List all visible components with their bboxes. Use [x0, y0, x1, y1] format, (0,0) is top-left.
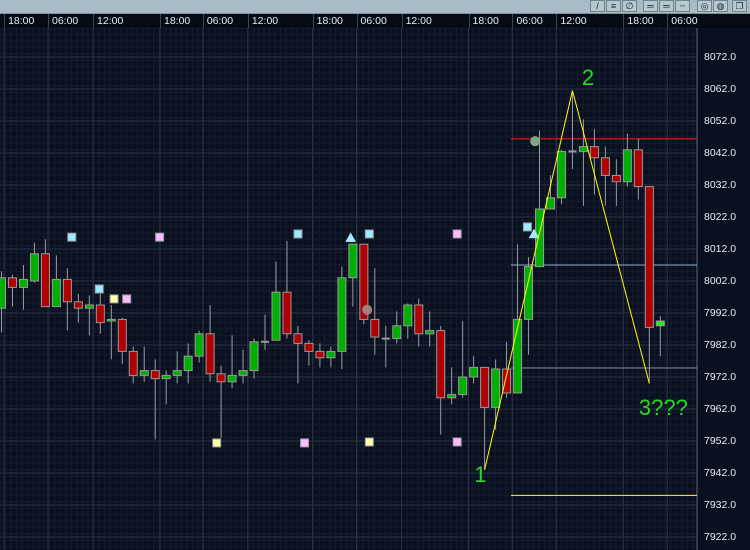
y-tick-label: 8062.0: [704, 83, 737, 95]
wave-label: 2: [581, 65, 595, 91]
y-tick-label: 8052.0: [704, 115, 737, 127]
candle-up: [491, 368, 501, 408]
candle-up: [161, 374, 171, 380]
y-tick-label: 7972.0: [704, 371, 737, 383]
candle-up: [271, 291, 281, 341]
candle-up: [469, 366, 479, 378]
candle-down: [480, 366, 490, 408]
candle-down: [216, 373, 226, 383]
signal-square-marker: [67, 232, 77, 242]
signal-square-marker: [109, 294, 119, 304]
y-tick-label: 8002.0: [704, 275, 737, 287]
candle-up: [172, 370, 182, 376]
candle-up: [139, 370, 149, 376]
y-tick-label: 7952.0: [704, 435, 737, 447]
candle-up: [238, 370, 248, 376]
candle-down: [436, 330, 446, 399]
wave-label: 1: [474, 462, 487, 488]
candle-up: [249, 341, 259, 372]
candle-down: [611, 174, 621, 183]
candle-up: [447, 394, 457, 399]
candle-up: [458, 376, 468, 396]
candle-up: [403, 304, 413, 327]
candle-up: [655, 320, 665, 327]
signal-square-marker: [452, 437, 462, 447]
candle-doji: [568, 150, 577, 153]
candle-up: [578, 146, 588, 152]
y-tick-label: 8042.0: [704, 147, 737, 159]
candle-up: [425, 330, 435, 335]
signal-square-marker: [300, 438, 310, 448]
y-tick-label: 7982.0: [704, 339, 737, 351]
candle-up: [392, 325, 402, 340]
candle-down: [117, 318, 127, 352]
candle-down: [315, 350, 325, 359]
signal-square-marker: [212, 438, 222, 448]
wave-label: 3???: [638, 395, 688, 420]
y-tick-label: 7942.0: [704, 467, 737, 479]
candle-down: [282, 291, 292, 335]
candle-up: [51, 278, 61, 308]
signal-square-marker: [364, 437, 374, 447]
candle-down: [502, 368, 512, 394]
signal-square-marker: [522, 222, 532, 232]
candle-down: [304, 342, 314, 352]
candle-up: [183, 355, 193, 372]
candle-down: [370, 318, 380, 338]
y-tick-label: 7992.0: [704, 307, 737, 319]
candle-up: [556, 150, 566, 199]
candle-down: [150, 370, 160, 380]
y-tick-label: 8072.0: [704, 51, 737, 63]
candle-down: [73, 301, 83, 309]
candle-down: [414, 304, 424, 335]
y-tick-label: 7962.0: [704, 403, 737, 415]
candle-down: [293, 333, 303, 344]
signal-square-marker: [122, 294, 132, 304]
candle-up: [84, 304, 94, 309]
candle-down: [205, 333, 215, 375]
signal-circle-marker: [362, 304, 373, 315]
y-tick-label: 7932.0: [704, 499, 737, 511]
candle-up: [18, 278, 28, 288]
y-tick-label: 8022.0: [704, 211, 737, 223]
candle-down: [128, 350, 138, 376]
candle-up: [0, 277, 6, 309]
signal-circle-marker: [530, 136, 541, 147]
candle-down: [644, 186, 654, 328]
candle-up: [194, 333, 204, 357]
candle-doji: [381, 337, 390, 340]
candle-down: [62, 278, 72, 303]
candle-up: [337, 277, 347, 352]
candle-up: [326, 350, 336, 359]
y-tick-label: 8032.0: [704, 179, 737, 191]
candle-down: [40, 253, 50, 308]
candle-up: [348, 243, 358, 279]
signal-square-marker: [364, 229, 374, 239]
signal-square-marker: [94, 284, 104, 294]
candle-up: [622, 149, 632, 183]
y-tick-label: 8012.0: [704, 243, 737, 255]
candle-up: [513, 318, 523, 394]
candle-down: [600, 157, 610, 176]
y-tick-label: 7922.0: [704, 531, 737, 543]
signal-square-marker: [155, 232, 165, 242]
candle-down: [7, 277, 17, 288]
signal-square-marker: [452, 229, 462, 239]
candle-down: [633, 149, 643, 188]
candlestick-chart[interactable]: [0, 0, 750, 550]
candle-doji: [261, 340, 270, 343]
candle-down: [589, 146, 599, 159]
candle-up: [227, 374, 237, 383]
candle-up: [29, 253, 39, 282]
candle-down: [95, 304, 105, 324]
candle-up: [106, 318, 116, 322]
signal-square-marker: [293, 229, 303, 239]
